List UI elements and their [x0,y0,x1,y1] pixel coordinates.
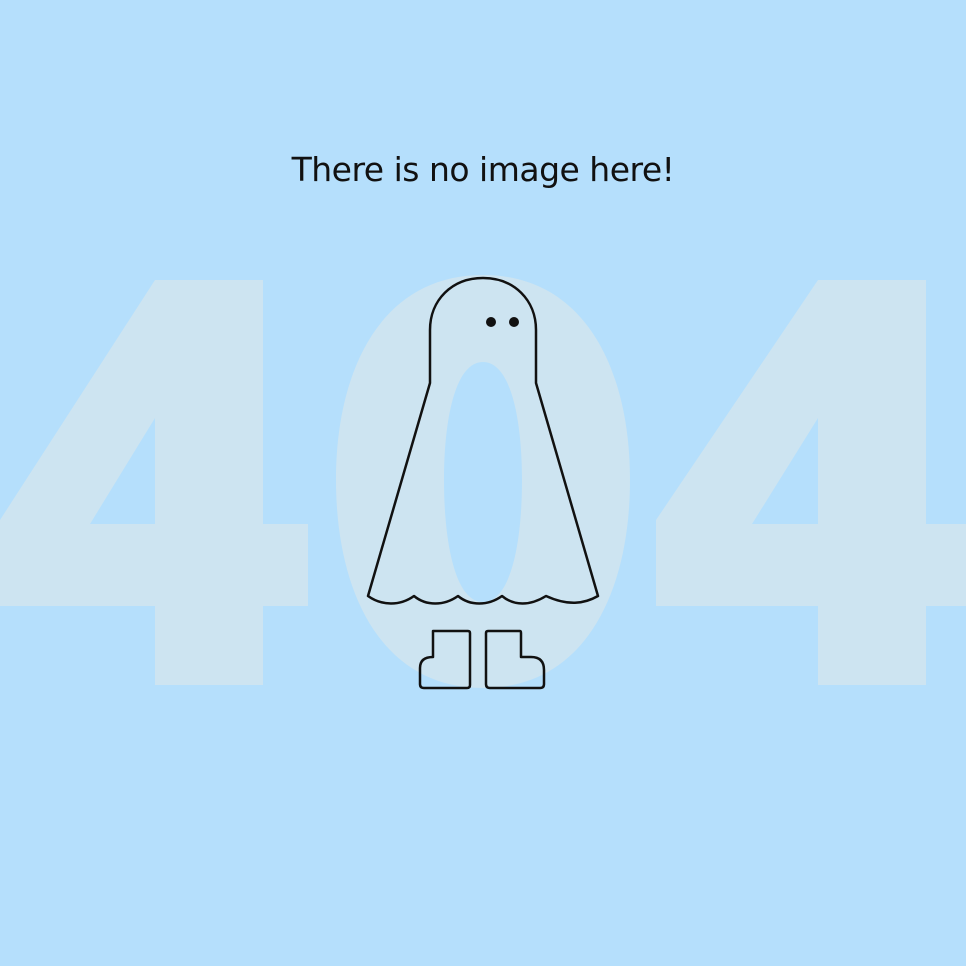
error-illustration [0,0,966,966]
error-404-graphic [0,275,966,690]
no-image-message: There is no image here! [291,150,675,189]
background-digit-zero [336,275,630,688]
background-digit-four-right [656,280,966,685]
background-digit-four-left [0,280,308,685]
ghost-right-eye [509,317,519,327]
ghost-left-eye [486,317,496,327]
